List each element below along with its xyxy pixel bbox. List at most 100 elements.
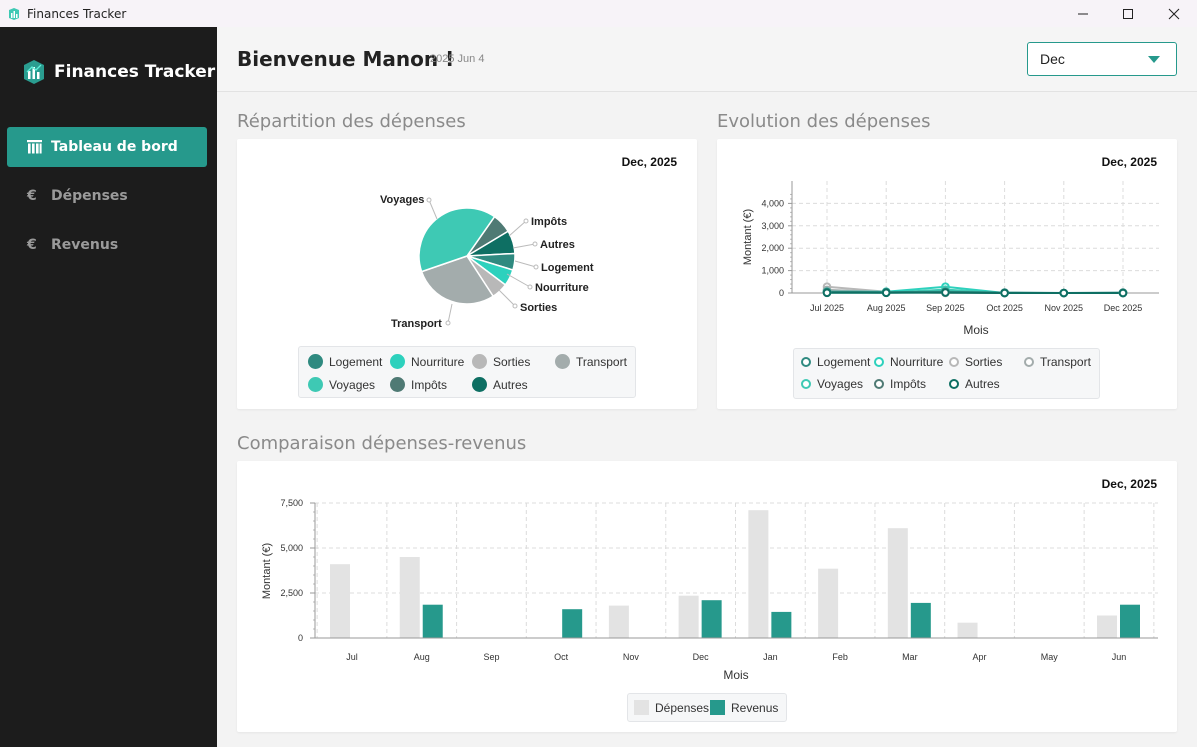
legend-item-impots: Impôts bbox=[390, 377, 447, 392]
close-button[interactable] bbox=[1151, 0, 1197, 27]
legend-swatch bbox=[390, 354, 405, 369]
sidebar-item-dashboard[interactable]: Tableau de bord bbox=[7, 127, 207, 167]
line-point-autres bbox=[1118, 288, 1128, 298]
pie-label-sorties: Sorties bbox=[520, 302, 557, 314]
maximize-button[interactable] bbox=[1105, 0, 1151, 27]
bar-xtick-label: Nov bbox=[623, 652, 640, 662]
sidebar-item-revenus[interactable]: € Revenus bbox=[7, 225, 207, 265]
legend-item-voyages: Voyages bbox=[308, 377, 375, 392]
sidebar-item-label: Tableau de bord bbox=[51, 139, 178, 155]
legend-label: Voyages bbox=[329, 377, 376, 392]
legend-label: Nourriture bbox=[890, 355, 944, 369]
current-date: 2025 Jun 4 bbox=[430, 53, 485, 65]
sidebar-item-depenses[interactable]: € Dépenses bbox=[7, 176, 207, 216]
window-title: Finances Tracker bbox=[27, 6, 127, 21]
bar-chart: 0 2,500 5,000 7,500 Jul Aug Sep Oct Nov Dec Jan Feb… bbox=[261, 498, 1158, 682]
line-ytick-label: 3,000 bbox=[761, 221, 784, 231]
line-xtick-label: Sep 2025 bbox=[926, 303, 965, 313]
legend-label: Autres bbox=[493, 377, 528, 392]
bar-ytick-label: 2,500 bbox=[280, 588, 303, 598]
legend-label: Sorties bbox=[493, 354, 531, 369]
line-ytick-label: 2,000 bbox=[761, 243, 784, 253]
legend-label: Dépenses bbox=[655, 700, 710, 715]
pie-label-logement: Logement bbox=[541, 262, 594, 274]
line-chart: 0 1,000 2,000 3,000 4,000 Jul 2025 Aug 2025 Sep… bbox=[742, 181, 1159, 337]
pie-leader-line bbox=[508, 220, 527, 237]
line-chart-card: Dec, 2025 0 1,000 2,000 3,000 4,000 Jul 2025 A… bbox=[717, 139, 1177, 409]
month-select[interactable]: Dec bbox=[1027, 42, 1177, 76]
legend-item-transport: Transport bbox=[555, 354, 627, 369]
bar-revenus-jun bbox=[1120, 604, 1140, 638]
pie-chart-card: Dec, 2025 Voyages Impôts Autres Logement Nou… bbox=[237, 139, 697, 409]
legend-swatch bbox=[874, 357, 884, 367]
legend-label: Logement bbox=[329, 354, 383, 369]
sidebar-item-label: Revenus bbox=[51, 237, 119, 253]
maximize-icon bbox=[1123, 8, 1133, 19]
pie-label-voyages: Voyages bbox=[380, 194, 424, 206]
bar-ytick-label: 7,500 bbox=[280, 498, 303, 508]
line-point-autres bbox=[1000, 288, 1009, 298]
legend-item-logement: Logement bbox=[801, 355, 870, 369]
legend-label: Transport bbox=[1040, 355, 1091, 369]
legend-label: Voyages bbox=[817, 377, 864, 391]
minimize-icon bbox=[1078, 13, 1088, 14]
legend-swatch bbox=[390, 377, 405, 392]
euro-icon: € bbox=[27, 237, 37, 253]
close-icon bbox=[1168, 8, 1180, 19]
brand: Finances Tracker bbox=[22, 59, 215, 85]
bar-xtick-label: Sep bbox=[483, 652, 499, 662]
line-point-autres bbox=[822, 288, 832, 298]
pie-leader-line bbox=[498, 289, 516, 307]
bar-depenses-jun bbox=[1097, 615, 1117, 638]
pie-leader-line bbox=[514, 260, 537, 268]
pie-leader-dot bbox=[512, 303, 518, 309]
pie-leader-dot bbox=[533, 264, 539, 270]
brand-logo-icon bbox=[24, 60, 44, 84]
header: Bienvenue Manon ! 2025 Jun 4 Dec bbox=[217, 27, 1197, 92]
legend-item-autres: Autres bbox=[472, 377, 528, 392]
bar-depenses-apr bbox=[957, 622, 978, 638]
line-y-axis-label: Montant (€) bbox=[742, 209, 754, 265]
bar-revenus-jan bbox=[771, 611, 792, 638]
brand-name: Finances Tracker bbox=[54, 62, 216, 82]
bar-xtick-label: Jun bbox=[1112, 652, 1127, 662]
legend-swatch bbox=[1024, 357, 1034, 367]
legend-swatch bbox=[472, 377, 487, 392]
chart-icon bbox=[27, 140, 43, 154]
pie-leader-dot bbox=[532, 241, 538, 247]
bar-xtick-label: Dec bbox=[693, 652, 710, 662]
line-xtick-label: Nov 2025 bbox=[1045, 303, 1084, 313]
bar-depenses-nov bbox=[608, 605, 629, 638]
bar-revenus-mar bbox=[910, 602, 931, 638]
pie-leader-dot bbox=[527, 284, 533, 290]
euro-icon: € bbox=[27, 188, 37, 204]
minimize-button[interactable] bbox=[1060, 0, 1106, 27]
bar-xtick-label: Aug bbox=[414, 652, 430, 662]
line-point-autres bbox=[1059, 288, 1069, 298]
chevron-down-icon bbox=[1148, 56, 1160, 63]
bar-chart-card: Dec, 2025 0 2,500 5,000 7,500 Jul Aug Sep Oct No… bbox=[237, 461, 1177, 732]
sidebar-item-label: Dépenses bbox=[51, 188, 128, 204]
legend-swatch bbox=[308, 377, 323, 392]
bar-legend: Dépenses Revenus bbox=[627, 693, 787, 722]
bar-xtick-label: Jul bbox=[346, 652, 358, 662]
legend-swatch bbox=[555, 354, 570, 369]
pie-label-transport: Transport bbox=[391, 318, 442, 330]
legend-item-voyages: Voyages bbox=[801, 377, 863, 391]
pie-legend: Logement Nourriture Sorties Transport Voyage… bbox=[298, 346, 636, 398]
pie-leader-line bbox=[447, 303, 453, 324]
line-xtick-label: Dec 2025 bbox=[1104, 303, 1143, 313]
line-xtick-label: Jul 2025 bbox=[810, 303, 844, 313]
legend-swatch bbox=[710, 700, 725, 715]
sidebar: Finances Tracker Tableau de bord € Dépen… bbox=[0, 27, 217, 747]
line-point-autres bbox=[881, 288, 891, 298]
bar-section-title: Comparaison dépenses-revenus bbox=[237, 433, 527, 454]
bar-ytick-label: 0 bbox=[298, 633, 303, 643]
legend-item-revenus: Revenus bbox=[710, 700, 778, 715]
window-titlebar: Finances Tracker bbox=[0, 0, 1197, 27]
legend-item-nourriture: Nourriture bbox=[874, 355, 943, 369]
bar-revenus-dec bbox=[701, 600, 722, 638]
pie-leader-dot bbox=[523, 218, 529, 224]
legend-swatch bbox=[634, 700, 649, 715]
bar-depenses-jul bbox=[330, 564, 350, 638]
